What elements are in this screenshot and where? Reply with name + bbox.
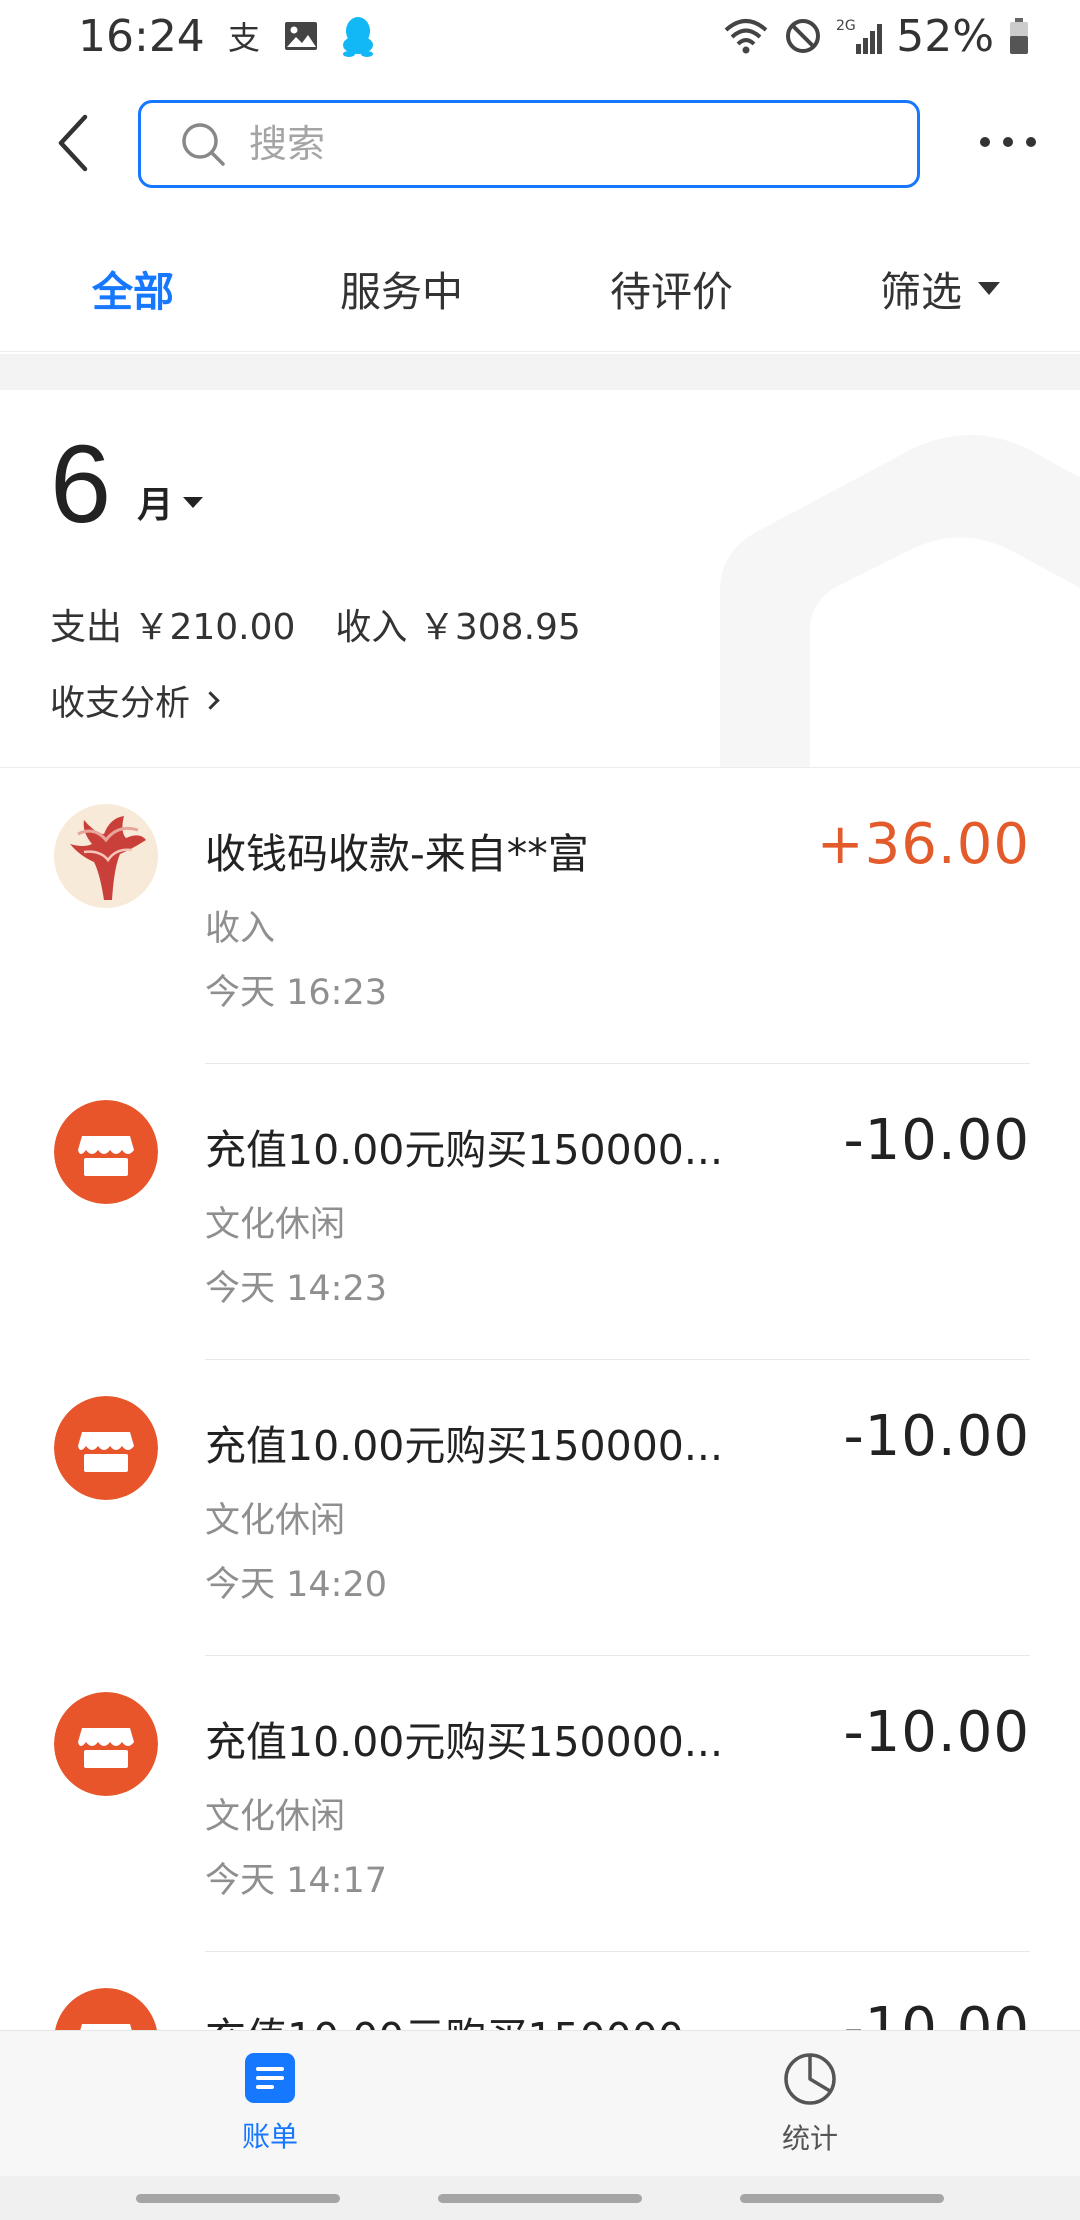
transaction-title: 收钱码收款-来自**富 (205, 830, 589, 878)
month-selector[interactable]: 6 月 (50, 423, 204, 546)
analysis-link[interactable]: 收支分析 (50, 675, 220, 726)
chevron-right-icon (201, 691, 220, 710)
more-options-button[interactable] (980, 122, 1036, 162)
transaction-category: 文化休闲 (205, 1205, 346, 1245)
store-icon (54, 1396, 158, 1500)
pie-chart-icon (784, 2053, 836, 2105)
do-not-disturb-icon (784, 17, 822, 55)
search-box[interactable] (138, 100, 920, 188)
qq-icon (339, 15, 377, 57)
transaction-time: 今天 14:20 (205, 1565, 387, 1605)
system-gesture-bar (0, 2176, 1080, 2220)
tab-filter-label: 筛选 (880, 268, 962, 316)
status-left: 16:24 支 (78, 11, 377, 62)
battery-icon (1008, 16, 1030, 56)
back-button[interactable] (48, 108, 98, 178)
tab-all[interactable]: 全部 (92, 258, 174, 318)
tab-in-service[interactable]: 服务中 (340, 258, 463, 318)
transaction-category: 收入 (205, 909, 276, 949)
transaction-amount: -10.00 (843, 1996, 1030, 2030)
alipay-icon: 支 (225, 17, 263, 55)
gesture-pill[interactable] (136, 2194, 340, 2203)
transaction-amount: -10.00 (843, 1404, 1030, 1469)
bottom-nav: 账单 统计 (0, 2030, 1080, 2176)
tab-filter[interactable]: 筛选 (880, 258, 1000, 318)
transaction-amount: -10.00 (843, 1700, 1030, 1765)
background-decoration-icon (720, 435, 1080, 767)
transaction-amount: -10.00 (843, 1108, 1030, 1173)
wifi-icon (722, 16, 770, 56)
header (0, 90, 1080, 200)
bill-icon (245, 2053, 295, 2103)
expense-total: 支出 ￥210.00 (50, 607, 296, 648)
store-icon (54, 1692, 158, 1796)
caret-down-icon (183, 496, 204, 508)
image-icon (283, 18, 319, 54)
store-icon (54, 1100, 158, 1204)
transaction-list: 收钱码收款-来自**富 收入 今天 16:23 +36.00 充值10.00元购… (0, 768, 1080, 2030)
month-unit-label: 月 (137, 485, 174, 526)
more-dot-icon (1003, 137, 1013, 147)
status-bar: 16:24 支 2G 52% (0, 0, 1080, 72)
month-summary: 6 月 支出 ￥210.00 收入 ￥308.95 收支分析 (0, 390, 1080, 768)
transaction-row[interactable]: 充值10.00元购买150000... 文化休闲 今天 14:20 -10.00 (0, 1360, 1080, 1656)
section-separator (0, 354, 1080, 390)
income-total: 收入 ￥308.95 (335, 607, 581, 648)
status-time: 16:24 (78, 10, 205, 62)
network-type-text: 2G (836, 18, 856, 34)
transaction-row[interactable]: 充值10.00元购买150000... 文化休闲 今天 14:23 -10.00 (0, 1064, 1080, 1360)
signal-icon: 2G (836, 16, 883, 56)
nav-bill-label: 账单 (241, 2120, 298, 2153)
chevron-left-icon (58, 114, 88, 172)
search-input[interactable] (249, 122, 849, 166)
nav-bill[interactable]: 账单 (170, 2051, 370, 2155)
filter-tabs: 全部 服务中 待评价 筛选 (0, 232, 1080, 352)
transaction-title: 充值10.00元购买150000... (205, 1126, 723, 1174)
transaction-time: 今天 14:17 (205, 1861, 387, 1901)
transaction-time: 今天 14:23 (205, 1269, 387, 1309)
analysis-link-label: 收支分析 (50, 684, 191, 724)
transaction-category: 文化休闲 (205, 1797, 346, 1837)
gesture-pill[interactable] (438, 2194, 642, 2203)
nav-statistics[interactable]: 统计 (710, 2051, 910, 2157)
tab-pending-review[interactable]: 待评价 (610, 258, 733, 318)
month-number: 6 (50, 423, 112, 546)
search-icon (182, 123, 225, 166)
transaction-row[interactable]: 充值10.00元购买150000... -10.00 (0, 1952, 1080, 2030)
month-totals: 支出 ￥210.00 收入 ￥308.95 (50, 598, 581, 650)
transaction-amount: +36.00 (816, 812, 1030, 877)
more-dot-icon (1026, 137, 1036, 147)
battery-percent: 52% (896, 10, 994, 62)
transaction-row[interactable]: 充值10.00元购买150000... 文化休闲 今天 14:17 -10.00 (0, 1656, 1080, 1952)
gesture-pill[interactable] (740, 2194, 944, 2203)
month-unit: 月 (137, 476, 204, 528)
status-right: 2G 52% (722, 11, 1030, 62)
transaction-time: 今天 16:23 (205, 973, 387, 1013)
caret-down-icon (978, 281, 1000, 295)
transaction-category: 文化休闲 (205, 1501, 346, 1541)
transaction-title: 充值10.00元购买150000... (205, 2004, 723, 2030)
nav-statistics-label: 统计 (781, 2122, 838, 2155)
store-icon (54, 1988, 158, 2030)
transaction-title: 充值10.00元购买150000... (205, 1422, 723, 1470)
svg-text:支: 支 (228, 19, 260, 55)
transaction-row[interactable]: 收钱码收款-来自**富 收入 今天 16:23 +36.00 (0, 768, 1080, 1064)
user-avatar-icon (54, 804, 158, 908)
more-dot-icon (980, 137, 990, 147)
transaction-title: 充值10.00元购买150000... (205, 1718, 723, 1766)
